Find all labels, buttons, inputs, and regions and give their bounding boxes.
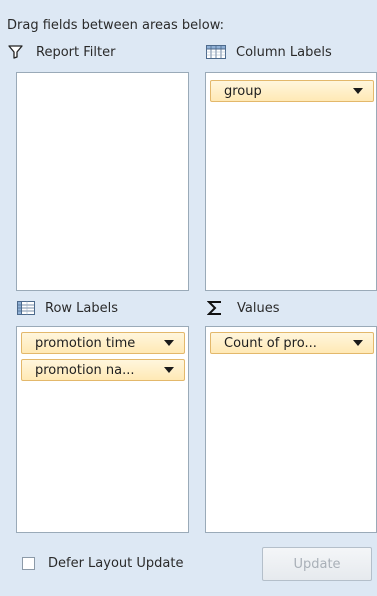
values-header: Values <box>206 298 280 318</box>
report-filter-drop-area[interactable] <box>16 72 189 291</box>
dropdown-arrow-icon[interactable] <box>164 340 174 346</box>
report-filter-label: Report Filter <box>36 44 116 60</box>
values-drop-area[interactable]: Count of pro... <box>205 326 377 533</box>
row-labels-drop-area[interactable]: promotion time promotion na... <box>16 326 189 533</box>
grid-rows-icon <box>17 301 35 315</box>
grid-columns-icon <box>206 45 226 59</box>
update-button-label: Update <box>293 556 341 572</box>
row-labels-header: Row Labels <box>17 298 118 318</box>
column-labels-label: Column Labels <box>236 44 332 60</box>
field-pill-label: Count of pro... <box>224 335 317 351</box>
pivot-field-list-panel: Drag fields between areas below: Report … <box>0 0 377 596</box>
field-pill-group[interactable]: group <box>210 80 374 102</box>
defer-layout-update-checkbox[interactable] <box>22 557 35 570</box>
update-button[interactable]: Update <box>262 547 372 581</box>
report-filter-header: Report Filter <box>8 42 115 62</box>
dropdown-arrow-icon[interactable] <box>353 340 363 346</box>
defer-layout-update-label: Defer Layout Update <box>48 556 184 571</box>
column-labels-header: Column Labels <box>206 42 332 62</box>
sigma-icon <box>206 301 223 315</box>
field-pill-label: promotion na... <box>35 362 135 378</box>
dropdown-arrow-icon[interactable] <box>164 367 174 373</box>
dropdown-arrow-icon[interactable] <box>353 88 363 94</box>
column-labels-drop-area[interactable]: group <box>205 72 377 291</box>
values-label: Values <box>237 300 280 316</box>
filter-icon <box>8 45 26 59</box>
instruction-text: Drag fields between areas below: <box>7 18 225 33</box>
row-labels-label: Row Labels <box>45 300 119 316</box>
field-pill-label: group <box>224 83 262 99</box>
field-pill-promotion-name[interactable]: promotion na... <box>21 359 185 381</box>
field-pill-promotion-time[interactable]: promotion time <box>21 332 185 354</box>
field-pill-label: promotion time <box>35 335 136 351</box>
field-pill-count-of[interactable]: Count of pro... <box>210 332 374 354</box>
